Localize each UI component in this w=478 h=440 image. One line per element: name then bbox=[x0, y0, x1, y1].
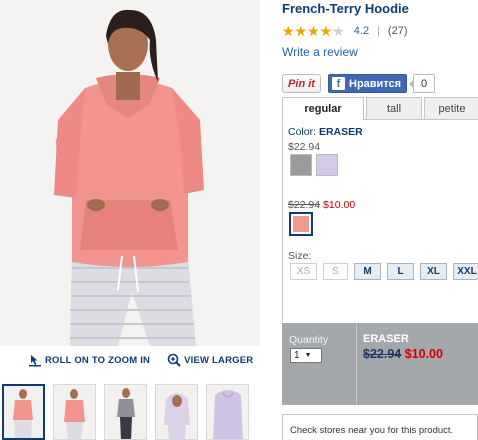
product-title: French-Terry Hoodie bbox=[282, 1, 409, 16]
size-xl[interactable]: XL bbox=[420, 263, 447, 280]
color-label-prefix: Color: bbox=[288, 126, 319, 138]
size-label: Size: bbox=[288, 250, 312, 262]
regular-price: $22.94 bbox=[288, 141, 321, 153]
product-rating: ★★★★★★★★★★ 4.2 | (27) bbox=[282, 23, 407, 38]
product-options-panel: Color: ERASER $22.94 $22.94 $10.00 Size:… bbox=[282, 119, 478, 322]
thumbnail-front[interactable] bbox=[2, 384, 45, 440]
facebook-like-label: Нравится bbox=[349, 77, 402, 90]
dropdown-arrow-icon: ▼ bbox=[304, 352, 312, 359]
social-buttons: Pin it f Нравится 0 bbox=[282, 74, 436, 93]
tab-regular[interactable]: regular bbox=[282, 97, 364, 121]
cart-divider bbox=[356, 323, 357, 405]
store-finder[interactable]: Check stores near you for this product. bbox=[282, 414, 478, 440]
model-photo bbox=[0, 0, 260, 346]
rating-value[interactable]: 4.2 bbox=[354, 25, 369, 37]
fit-tabs: regular tall petite bbox=[282, 97, 478, 121]
cart-price: $22.94 $10.00 bbox=[363, 347, 443, 361]
thumbnail-side[interactable] bbox=[53, 384, 96, 440]
facebook-like-count: 0 bbox=[409, 74, 436, 93]
sale-price-line: $22.94 $10.00 bbox=[288, 199, 355, 211]
pinterest-button[interactable]: Pin it bbox=[282, 74, 321, 93]
size-m[interactable]: M bbox=[354, 263, 381, 280]
tab-petite[interactable]: petite bbox=[424, 97, 478, 120]
rating-separator: | bbox=[377, 24, 380, 37]
swatch-lavender[interactable] bbox=[316, 154, 338, 176]
facebook-like-button[interactable]: f Нравится bbox=[328, 74, 408, 93]
swatch-gray[interactable] bbox=[290, 154, 312, 176]
view-larger-label: VIEW LARGER bbox=[184, 354, 254, 366]
cart-price-was: $22.94 bbox=[363, 347, 402, 361]
product-main-image[interactable] bbox=[0, 0, 260, 346]
thumbnail-hood[interactable] bbox=[155, 384, 198, 440]
size-l[interactable]: L bbox=[387, 263, 414, 280]
zoom-controls: ROLL ON TO ZOOM IN VIEW LARGER bbox=[28, 351, 258, 369]
roll-on-zoom-link[interactable]: ROLL ON TO ZOOM IN bbox=[28, 353, 150, 367]
write-review-link[interactable]: Write a review bbox=[282, 45, 358, 59]
store-finder-label: Check stores near you for this product. bbox=[290, 425, 454, 436]
swatch-eraser-color bbox=[293, 216, 309, 232]
view-larger-link[interactable]: VIEW LARGER bbox=[167, 353, 253, 367]
tab-tall[interactable]: tall bbox=[366, 97, 422, 120]
thumbnail-gray[interactable] bbox=[104, 384, 147, 440]
cart-color-name: ERASER bbox=[363, 333, 409, 345]
size-xs[interactable]: XS bbox=[290, 263, 317, 280]
add-to-bag-bar: Quantity 1 ▼ ERASER $22.94 $10.00 bbox=[282, 323, 478, 405]
rating-count: (27) bbox=[387, 24, 408, 37]
quantity-label: Quantity bbox=[289, 334, 329, 346]
thumbnail-lavender[interactable] bbox=[206, 384, 249, 440]
quantity-value: 1 bbox=[294, 350, 300, 361]
rating-stars-fill: ★★★★★ bbox=[282, 23, 335, 38]
sale-price-now: $10.00 bbox=[323, 199, 356, 211]
thumbnail-strip bbox=[2, 384, 257, 440]
rating-stars-icon[interactable]: ★★★★★★★★★★ bbox=[282, 24, 345, 38]
quantity-select[interactable]: 1 ▼ bbox=[290, 348, 322, 363]
swatch-eraser-selected[interactable] bbox=[289, 212, 313, 236]
magnifier-plus-icon bbox=[167, 353, 181, 367]
size-options: XS S M L XL XXL bbox=[290, 263, 478, 280]
sale-price-was: $22.94 bbox=[288, 199, 321, 211]
roll-on-zoom-label: ROLL ON TO ZOOM IN bbox=[45, 354, 151, 366]
selected-color-name: ERASER bbox=[318, 126, 363, 138]
cart-price-now: $10.00 bbox=[404, 347, 443, 361]
size-s[interactable]: S bbox=[323, 263, 348, 280]
zoom-cursor-icon bbox=[28, 353, 42, 367]
facebook-icon: f bbox=[332, 77, 345, 90]
size-xxl[interactable]: XXL bbox=[453, 263, 478, 280]
color-label: Color: ERASER bbox=[288, 126, 363, 138]
